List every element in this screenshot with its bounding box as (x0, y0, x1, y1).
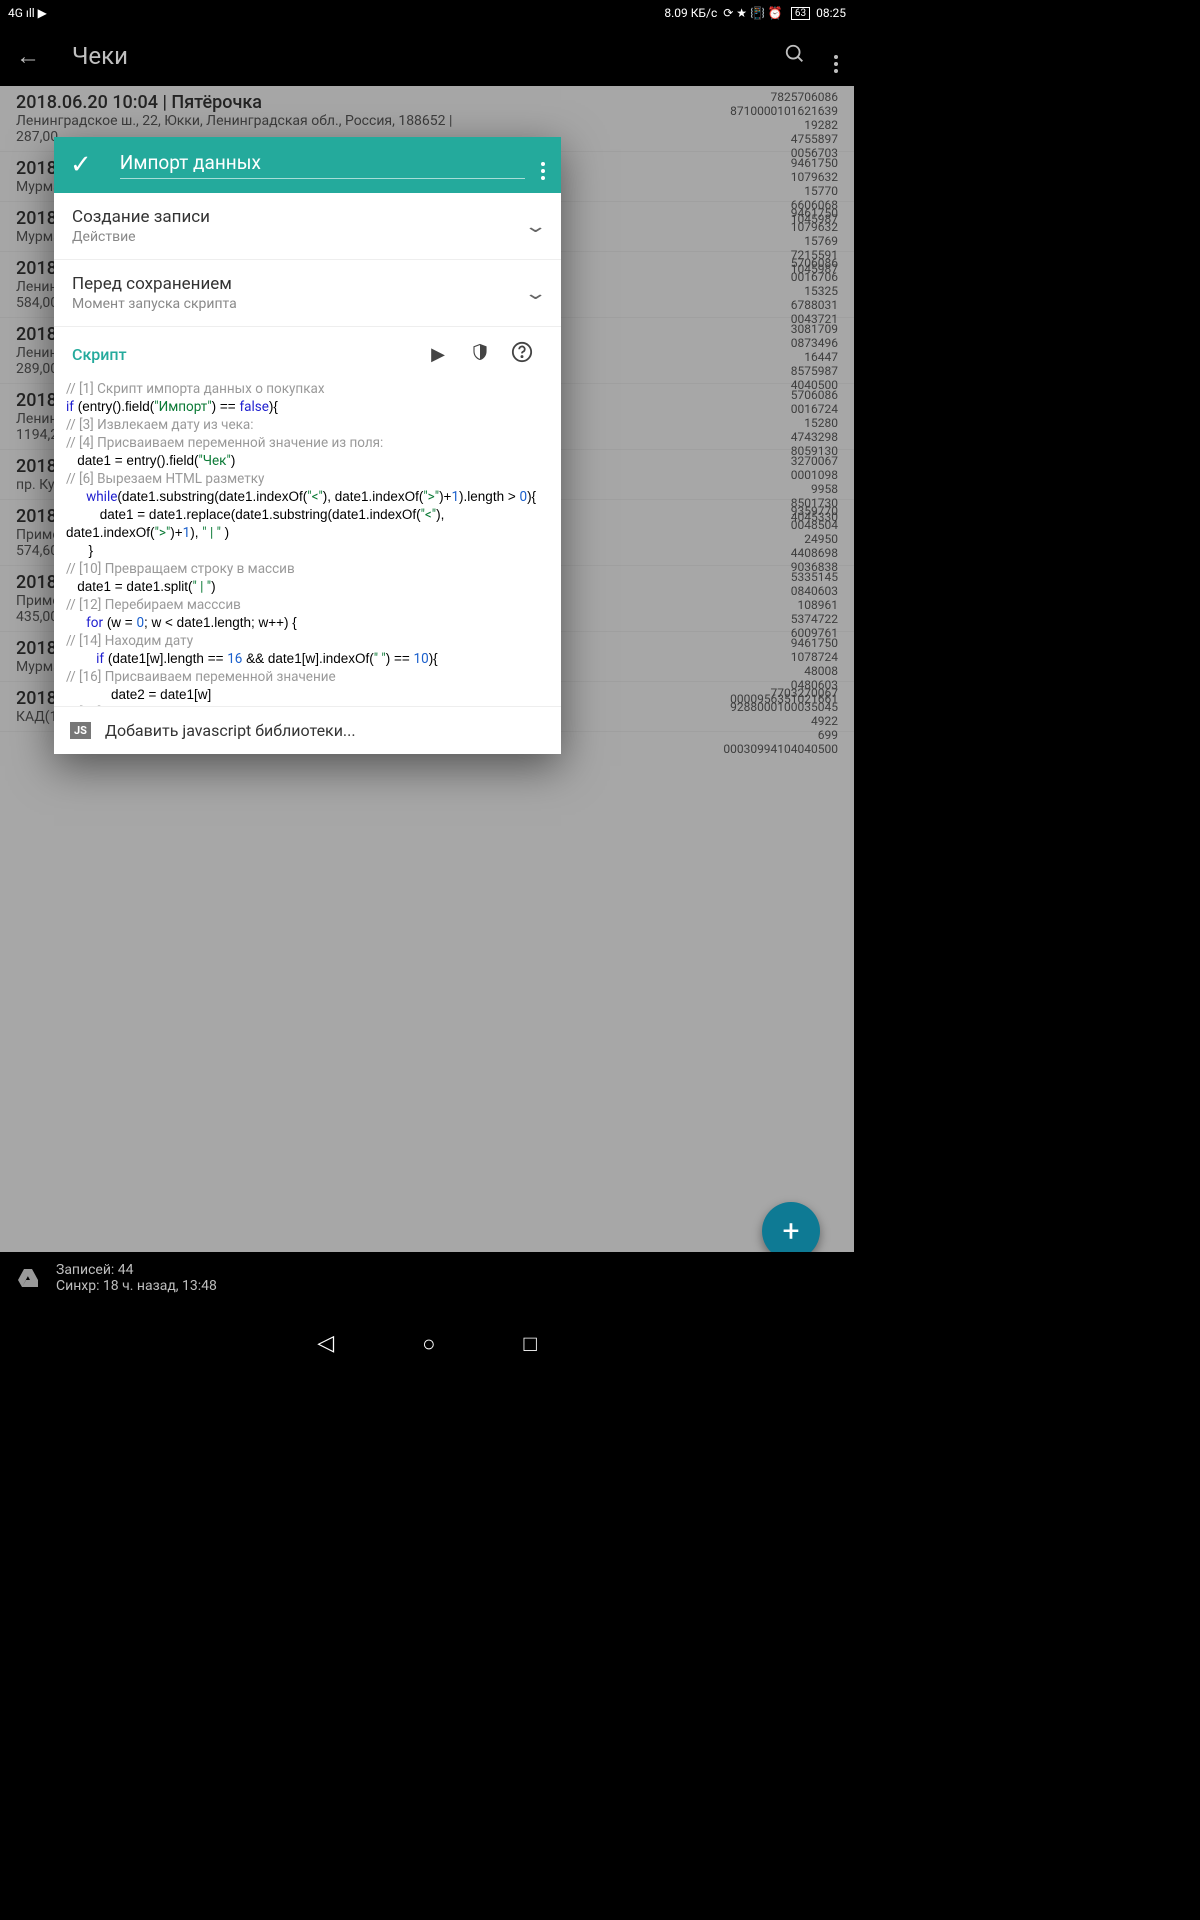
nav-bar: ◁ ○ □ (0, 1321, 854, 1366)
action-subtitle: Действие (72, 229, 528, 245)
shield-icon[interactable] (459, 342, 501, 367)
action-section[interactable]: Создание записи Действие ⌄ (54, 193, 561, 260)
nav-back-icon[interactable]: ◁ (317, 1331, 334, 1356)
script-editor[interactable]: // [1] Скрипт импорта данных о покупках … (54, 376, 561, 706)
search-icon[interactable] (784, 43, 806, 70)
chevron-down-icon: ⌄ (523, 216, 547, 237)
dialog-title-input[interactable] (120, 151, 525, 179)
script-header: Скрипт ▶ (54, 327, 561, 376)
status-bar: 4G ıll ▶ 8.09 КБ/с ⟳ ★ 📳 ⏰ 63 08:25 (0, 0, 854, 26)
moment-section[interactable]: Перед сохранением Момент запуска скрипта… (54, 260, 561, 327)
chevron-down-icon: ⌄ (523, 283, 547, 304)
add-library-row[interactable]: JS Добавить javascript библиотеки... (54, 706, 561, 754)
dialog-menu-icon[interactable] (541, 151, 545, 180)
clock: 08:25 (816, 6, 846, 20)
records-count: Записей: 44 (56, 1262, 217, 1278)
app-bar: ← Чеки (0, 26, 854, 86)
sync-status: Синхр: 18 ч. назад, 13:48 (56, 1278, 217, 1294)
moment-title: Перед сохранением (72, 274, 528, 294)
network-speed: 8.09 КБ/с (664, 6, 717, 20)
dialog-header: ✓ (54, 137, 561, 193)
overflow-menu-icon[interactable] (834, 40, 838, 73)
action-title: Создание записи (72, 207, 528, 227)
signal-icon: 4G ıll ▶ (8, 6, 47, 20)
confirm-icon[interactable]: ✓ (70, 150, 92, 180)
nav-home-icon[interactable]: ○ (422, 1331, 435, 1357)
back-icon[interactable]: ← (16, 42, 40, 71)
play-icon[interactable]: ▶ (417, 344, 459, 365)
import-dialog: ✓ Создание записи Действие ⌄ Перед сохра… (54, 137, 561, 754)
script-label: Скрипт (72, 345, 417, 364)
sync-bar: Записей: 44 Синхр: 18 ч. назад, 13:48 (0, 1252, 854, 1304)
add-library-label: Добавить javascript библиотеки... (105, 721, 356, 740)
battery-icon: 63 (791, 7, 810, 20)
drive-icon (16, 1266, 40, 1290)
moment-subtitle: Момент запуска скрипта (72, 296, 528, 312)
help-icon[interactable] (501, 341, 543, 368)
status-icons: ⟳ ★ 📳 ⏰ (723, 6, 783, 20)
js-icon: JS (70, 722, 91, 739)
page-title: Чеки (72, 42, 756, 70)
nav-recent-icon[interactable]: □ (523, 1331, 536, 1357)
